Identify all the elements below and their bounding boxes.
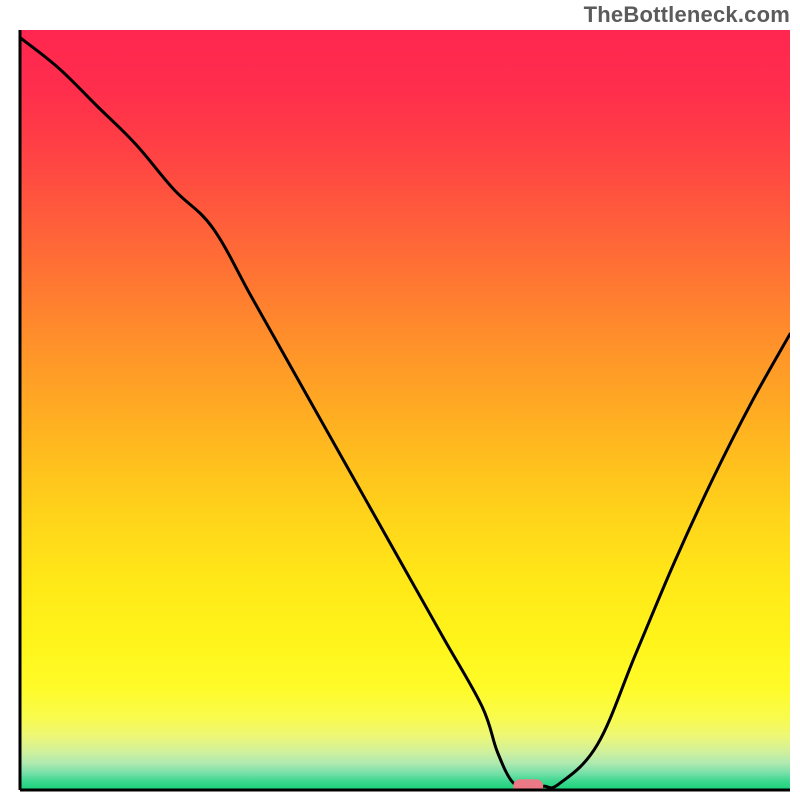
chart-container: TheBottleneck.com	[0, 0, 800, 800]
watermark-label: TheBottleneck.com	[584, 2, 790, 28]
chart-svg	[0, 0, 800, 800]
